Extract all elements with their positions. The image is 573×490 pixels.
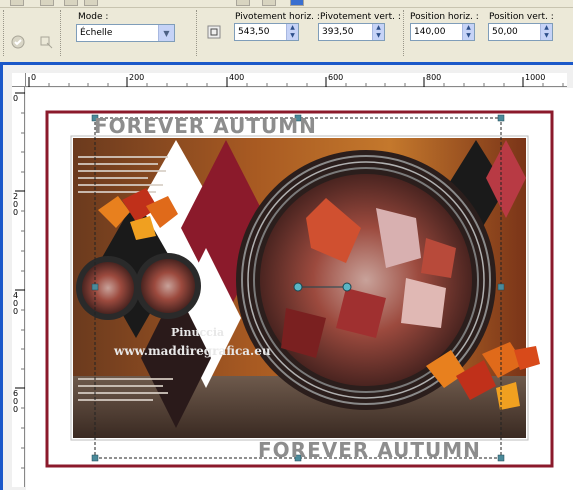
pos-v-value: 50,00 bbox=[492, 27, 518, 37]
pos-h-input[interactable]: 140,00 ▲ ▼ bbox=[410, 23, 475, 41]
arrow-down-icon[interactable]: ▼ bbox=[541, 32, 552, 40]
ruler-label: 800 bbox=[426, 73, 442, 82]
document-area: 0 200 400 600 800 1000 0 200 400 600 FOR… bbox=[3, 65, 573, 490]
ruler-label: 400 bbox=[13, 291, 19, 316]
credit-url: www.maddiregrafica.eu bbox=[114, 344, 271, 358]
toolbar-grip[interactable] bbox=[60, 10, 63, 56]
pivot-v-label: Pivotement vert. : bbox=[320, 12, 401, 22]
pivot-h-value: 543,50 bbox=[238, 27, 270, 37]
ruler-ticks bbox=[28, 77, 564, 87]
pos-v-label: Position vert. : bbox=[489, 12, 554, 22]
reset-icon[interactable] bbox=[36, 32, 56, 52]
arrow-down-icon[interactable]: ▼ bbox=[463, 32, 474, 40]
mode-label: Mode : bbox=[78, 12, 109, 22]
horizontal-ruler[interactable]: 0 200 400 600 800 1000 bbox=[12, 73, 567, 87]
chevron-down-icon[interactable]: ▼ bbox=[158, 25, 174, 41]
arrow-up-icon[interactable]: ▲ bbox=[463, 24, 474, 32]
ruler-label: 1000 bbox=[525, 73, 546, 82]
toolbar-button-stub[interactable] bbox=[64, 0, 78, 6]
pos-h-spinner[interactable]: ▲ ▼ bbox=[462, 24, 474, 40]
tool-options-bar: Mode : Échelle ▼ Pivotement horiz. : 543… bbox=[0, 8, 573, 60]
arrow-up-icon[interactable]: ▲ bbox=[373, 24, 384, 32]
toolbar-button-stub[interactable] bbox=[290, 0, 304, 6]
document-window: 0 200 400 600 800 1000 0 200 400 600 FOR… bbox=[0, 62, 573, 490]
arrow-down-icon[interactable]: ▼ bbox=[373, 32, 384, 40]
pos-h-value: 140,00 bbox=[414, 27, 446, 37]
mode-select[interactable]: Échelle ▼ bbox=[76, 24, 175, 42]
ruler-corner bbox=[12, 73, 26, 87]
pivot-h-input[interactable]: 543,50 ▲ ▼ bbox=[234, 23, 299, 41]
ruler-label: 400 bbox=[229, 73, 245, 82]
toolbar-button-stub[interactable] bbox=[10, 0, 24, 6]
ruler-label: 200 bbox=[129, 73, 145, 82]
pos-h-label: Position horiz. : bbox=[410, 12, 479, 22]
toolbar-button-stub[interactable] bbox=[236, 0, 250, 6]
arrow-up-icon[interactable]: ▲ bbox=[287, 24, 298, 32]
arrow-up-icon[interactable]: ▲ bbox=[541, 24, 552, 32]
credit-name: Pinuccia bbox=[171, 326, 225, 339]
ruler-label: 600 bbox=[328, 73, 344, 82]
pos-v-spinner[interactable]: ▲ ▼ bbox=[540, 24, 552, 40]
toolbar-button-stub[interactable] bbox=[84, 0, 98, 6]
pivot-h-label: Pivotement horiz. : bbox=[235, 12, 320, 22]
ruler-label: 600 bbox=[13, 389, 19, 414]
toolbar-grip[interactable] bbox=[3, 10, 6, 56]
toolbar-grip[interactable] bbox=[403, 10, 406, 56]
watermark-bottom: FOREVER AUTUMN bbox=[258, 438, 481, 462]
ruler-ticks bbox=[15, 92, 25, 469]
watermark-top: FOREVER AUTUMN bbox=[94, 114, 317, 138]
ruler-label: 200 bbox=[13, 192, 19, 217]
vertical-ruler[interactable]: 0 200 400 600 bbox=[12, 87, 25, 487]
ruler-label: 0 bbox=[13, 94, 19, 103]
pivot-h-spinner[interactable]: ▲ ▼ bbox=[286, 24, 298, 40]
ruler-label: 0 bbox=[31, 73, 37, 82]
image-canvas[interactable]: FOREVER AUTUMN FOREVER AUTUMN Pinuccia w… bbox=[26, 88, 573, 490]
toolbar-grip[interactable] bbox=[196, 10, 199, 56]
toolbar-button-stub[interactable] bbox=[40, 0, 54, 6]
pos-v-input[interactable]: 50,00 ▲ ▼ bbox=[488, 23, 553, 41]
pivot-v-input[interactable]: 393,50 ▲ ▼ bbox=[318, 23, 385, 41]
arrow-down-icon[interactable]: ▼ bbox=[287, 32, 298, 40]
pivot-v-spinner[interactable]: ▲ ▼ bbox=[372, 24, 384, 40]
pivot-v-value: 393,50 bbox=[322, 27, 354, 37]
pivot-icon[interactable] bbox=[204, 22, 224, 42]
toolbar-button-stub[interactable] bbox=[262, 0, 276, 6]
preset-icon[interactable] bbox=[8, 32, 28, 52]
mode-value: Échelle bbox=[80, 28, 113, 38]
artwork bbox=[26, 88, 573, 490]
top-toolbar-strip bbox=[0, 0, 573, 8]
